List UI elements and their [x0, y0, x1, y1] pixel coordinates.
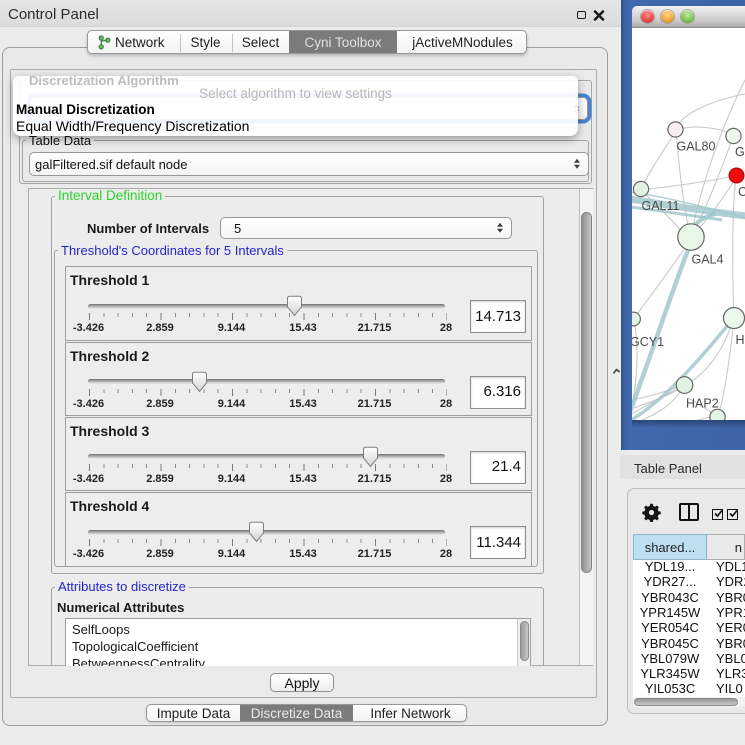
svg-text:G.: G. [735, 145, 745, 159]
svg-text:GAL4: GAL4 [692, 253, 724, 267]
svg-text:H: H [736, 333, 745, 347]
svg-text:GCY1: GCY1 [632, 335, 664, 349]
svg-text:GAL80: GAL80 [677, 140, 716, 154]
svg-text:GAL11: GAL11 [642, 199, 680, 213]
svg-text:C: C [738, 185, 745, 199]
svg-text:HAP2: HAP2 [686, 397, 719, 411]
